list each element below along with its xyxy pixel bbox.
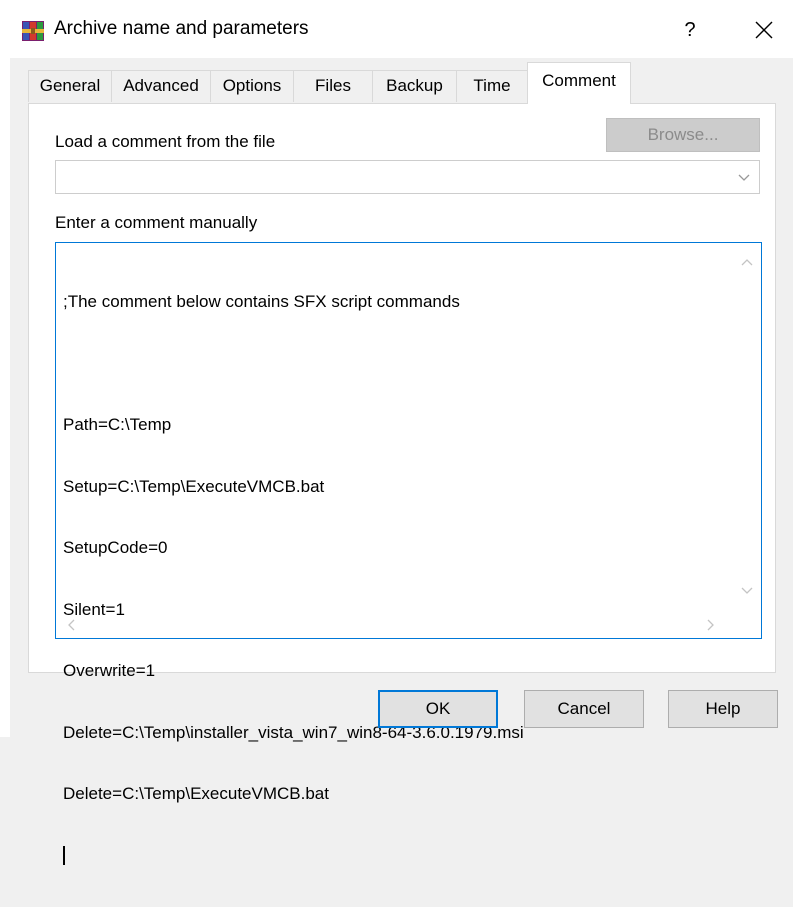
load-comment-label: Load a comment from the file <box>55 132 276 151</box>
scroll-right-icon[interactable] <box>704 618 718 632</box>
chevron-down-icon[interactable] <box>737 171 751 185</box>
tab-advanced[interactable]: Advanced <box>111 70 211 102</box>
window-left-edge <box>0 0 10 737</box>
tab-comment[interactable]: Comment <box>527 62 631 104</box>
text-caret-line <box>63 845 723 867</box>
horizontal-scrollbar[interactable] <box>56 612 733 638</box>
tab-files[interactable]: Files <box>293 70 373 102</box>
manual-comment-label: Enter a comment manually <box>55 213 258 232</box>
ok-button[interactable]: OK <box>378 690 498 728</box>
close-button[interactable] <box>738 10 790 50</box>
tab-backup[interactable]: Backup <box>372 70 457 102</box>
comment-line: Overwrite=1 <box>63 661 156 680</box>
comment-line <box>63 354 723 375</box>
comment-line: Delete=C:\Temp\ExecuteVMCB.bat <box>63 784 329 803</box>
comment-line: Setup=C:\Temp\ExecuteVMCB.bat <box>63 476 325 496</box>
comment-line: ;The comment below contains SFX script c… <box>63 292 460 311</box>
close-icon <box>755 21 773 39</box>
help-question-button[interactable]: ? <box>670 14 710 46</box>
scroll-up-icon[interactable] <box>740 255 754 269</box>
winrar-icon <box>22 20 44 42</box>
archive-parameters-dialog: Archive name and parameters ? General Ad… <box>0 0 793 865</box>
comment-line: Path=C:\Temp <box>63 415 172 434</box>
scroll-down-icon[interactable] <box>740 584 754 598</box>
window-title: Archive name and parameters <box>54 18 309 39</box>
scroll-left-icon[interactable] <box>64 618 78 632</box>
comment-line: SetupCode=0 <box>63 538 168 557</box>
comment-text: ;The comment below contains SFX script c… <box>63 251 723 907</box>
vertical-scrollbar[interactable] <box>733 243 761 612</box>
tab-options[interactable]: Options <box>210 70 294 102</box>
tab-time[interactable]: Time <box>456 70 528 102</box>
browse-button[interactable]: Browse... <box>606 118 760 152</box>
help-button[interactable]: Help <box>668 690 778 728</box>
cancel-button[interactable]: Cancel <box>524 690 644 728</box>
text-caret <box>63 845 65 865</box>
comment-textarea[interactable]: ;The comment below contains SFX script c… <box>55 242 762 865</box>
tab-general[interactable]: General <box>28 70 112 102</box>
comment-file-combobox[interactable] <box>55 160 760 194</box>
title-bar[interactable]: Archive name and parameters ? <box>10 0 793 58</box>
